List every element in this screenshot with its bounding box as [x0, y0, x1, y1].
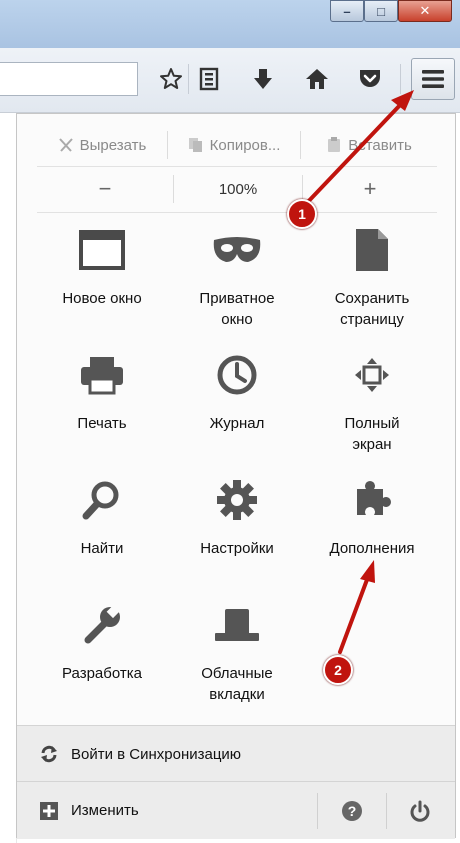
save-page-label: Сохранить страницу [334, 290, 410, 328]
history-label: Журнал [209, 415, 265, 432]
print-icon [74, 347, 130, 403]
copy-icon [188, 138, 202, 152]
help-button[interactable]: ? [318, 782, 386, 839]
url-bar[interactable] [0, 62, 138, 96]
paste-button[interactable]: Вставить [301, 137, 437, 154]
toolbar-separator [188, 64, 189, 94]
maximize-button[interactable]: □ [364, 0, 398, 22]
print-label: Печать [77, 415, 127, 432]
new-window-button[interactable]: Новое окно [37, 222, 167, 340]
history-button[interactable]: Журнал [172, 347, 302, 465]
annotation-badge-1: 1 [287, 199, 317, 229]
customize-label: Изменить [71, 802, 139, 819]
sync-icon [41, 745, 57, 763]
zoom-reset-button[interactable]: 100% [174, 181, 302, 198]
help-icon: ? [342, 800, 362, 821]
print-button[interactable]: Печать [37, 347, 167, 465]
settings-label: Настройки [200, 540, 274, 557]
fullscreen-button[interactable]: Полный экран [307, 347, 437, 465]
customize-plus-icon [40, 801, 58, 820]
history-clock-icon [209, 347, 265, 403]
addons-label: Дополнения [329, 540, 415, 557]
window-controls: – □ ✕ [330, 0, 452, 22]
hamburger-menu-icon [422, 70, 444, 88]
save-page-icon [344, 222, 400, 278]
customize-button[interactable]: Изменить [17, 782, 317, 839]
private-window-mask-icon [209, 222, 265, 278]
new-window-icon [74, 222, 130, 278]
bottom-actions-row: Изменить ? [17, 781, 455, 839]
sync-row[interactable]: Войти в Синхронизацию [17, 725, 455, 782]
star-icon[interactable] [158, 66, 184, 92]
reading-list-icon[interactable] [196, 66, 222, 92]
zoom-out-button[interactable]: − [37, 176, 173, 202]
sync-label: Войти в Синхронизацию [71, 745, 242, 763]
pocket-icon[interactable] [357, 66, 383, 92]
hamburger-menu-button[interactable] [411, 58, 455, 100]
cut-label: Вырезать [79, 136, 147, 154]
fullscreen-icon [344, 347, 400, 403]
zoom-in-button[interactable]: + [303, 176, 437, 202]
copy-label: Копиров... [209, 136, 281, 154]
annotation-badge-2: 2 [323, 655, 353, 685]
find-button[interactable]: Найти [37, 472, 167, 590]
minimize-button[interactable]: – [330, 0, 364, 22]
developer-button[interactable]: Разработка [37, 597, 167, 715]
window-titlebar: – □ ✕ [0, 0, 460, 48]
divider [37, 166, 437, 167]
edit-controls-row: Вырезать Копиров... Вставить [37, 128, 437, 162]
private-window-label: Приватное окно [199, 290, 275, 328]
page-content-edge [0, 113, 17, 843]
find-icon [74, 472, 130, 528]
quit-button[interactable] [387, 782, 453, 839]
fullscreen-label: Полный экран [344, 415, 400, 453]
close-window-button[interactable]: ✕ [398, 0, 452, 22]
divider [37, 212, 437, 213]
synced-tabs-button[interactable]: Облачные вкладки [172, 597, 302, 715]
private-window-button[interactable]: Приватное окно [172, 222, 302, 340]
cut-button[interactable]: Вырезать [37, 137, 167, 154]
settings-gear-icon [209, 472, 265, 528]
zoom-controls-row: − 100% + [37, 172, 437, 206]
power-icon [410, 800, 430, 822]
download-icon[interactable] [250, 66, 276, 92]
application-menu-panel: Вырезать Копиров... Вставить − 100% + Но… [16, 113, 456, 839]
save-page-button[interactable]: Сохранить страницу [307, 222, 437, 340]
settings-button[interactable]: Настройки [172, 472, 302, 590]
scissors-icon [58, 138, 73, 152]
clipboard-icon [328, 137, 341, 152]
navigation-toolbar [0, 48, 460, 113]
synced-tabs-label: Облачные вкладки [201, 665, 273, 703]
addons-puzzle-icon [344, 472, 400, 528]
developer-label: Разработка [62, 665, 142, 682]
find-label: Найти [80, 540, 124, 557]
copy-button[interactable]: Копиров... [168, 137, 300, 154]
new-window-label: Новое окно [62, 290, 142, 307]
addons-button[interactable]: Дополнения [307, 472, 437, 590]
toolbar-separator [400, 64, 401, 94]
synced-tabs-icon [209, 597, 265, 653]
paste-label: Вставить [348, 136, 412, 154]
home-icon[interactable] [304, 66, 330, 92]
developer-wrench-icon [74, 597, 130, 653]
